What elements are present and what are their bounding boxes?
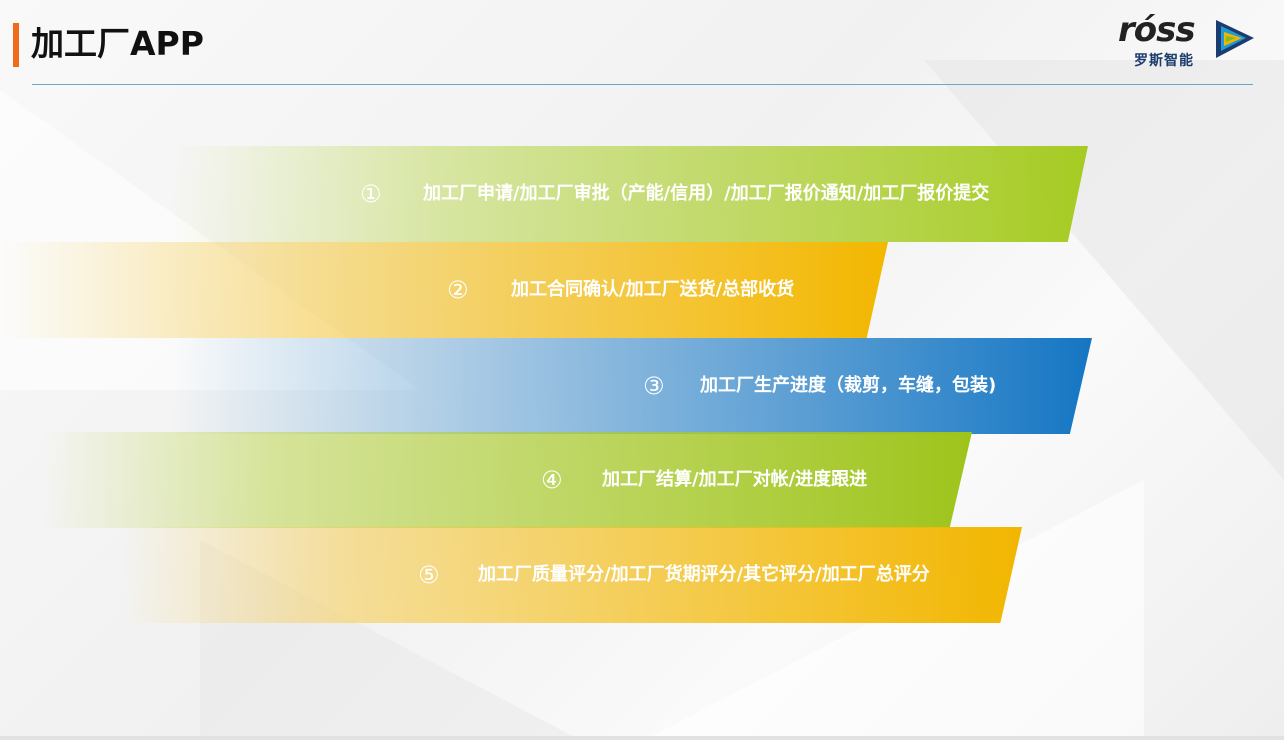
brand-logo: róss 罗斯智能 xyxy=(1118,8,1263,70)
step-number-4: ④ xyxy=(541,466,563,494)
step-number-1: ① xyxy=(360,180,382,208)
footer-line xyxy=(0,736,1284,740)
step-number-3: ③ xyxy=(643,372,665,400)
step-number-2: ② xyxy=(447,276,469,304)
step-text-2: 加工合同确认/加工厂送货/总部收货 xyxy=(511,279,795,300)
step-text-4: 加工厂结算/加工厂对帐/进度跟进 xyxy=(602,469,868,490)
step-band-2: ② 加工合同确认/加工厂送货/总部收货 xyxy=(0,242,888,338)
logo-subtitle: 罗斯智能 xyxy=(1134,53,1194,69)
step-text-5: 加工厂质量评分/加工厂货期评分/其它评分/加工厂总评分 xyxy=(478,564,930,585)
step-text-3: 加工厂生产进度（裁剪，车缝，包装) xyxy=(700,375,997,396)
page-title: 加工厂APP xyxy=(31,24,204,63)
logo-wordmark: róss xyxy=(1118,10,1196,50)
ross-logo-icon xyxy=(1216,20,1254,58)
step-band-5: ⑤ 加工厂质量评分/加工厂货期评分/其它评分/加工厂总评分 xyxy=(120,527,1022,623)
step-band-4: ④ 加工厂结算/加工厂对帐/进度跟进 xyxy=(40,432,972,528)
header-divider xyxy=(32,84,1253,85)
step-text-1: 加工厂申请/加工厂审批（产能/信用）/加工厂报价通知/加工厂报价提交 xyxy=(423,183,990,204)
step-number-5: ⑤ xyxy=(418,561,440,589)
step-band-3: ③ 加工厂生产进度（裁剪，车缝，包装) xyxy=(170,338,1092,434)
title-accent-bar xyxy=(13,23,19,67)
step-band-1: ① 加工厂申请/加工厂审批（产能/信用）/加工厂报价通知/加工厂报价提交 xyxy=(170,146,1088,242)
